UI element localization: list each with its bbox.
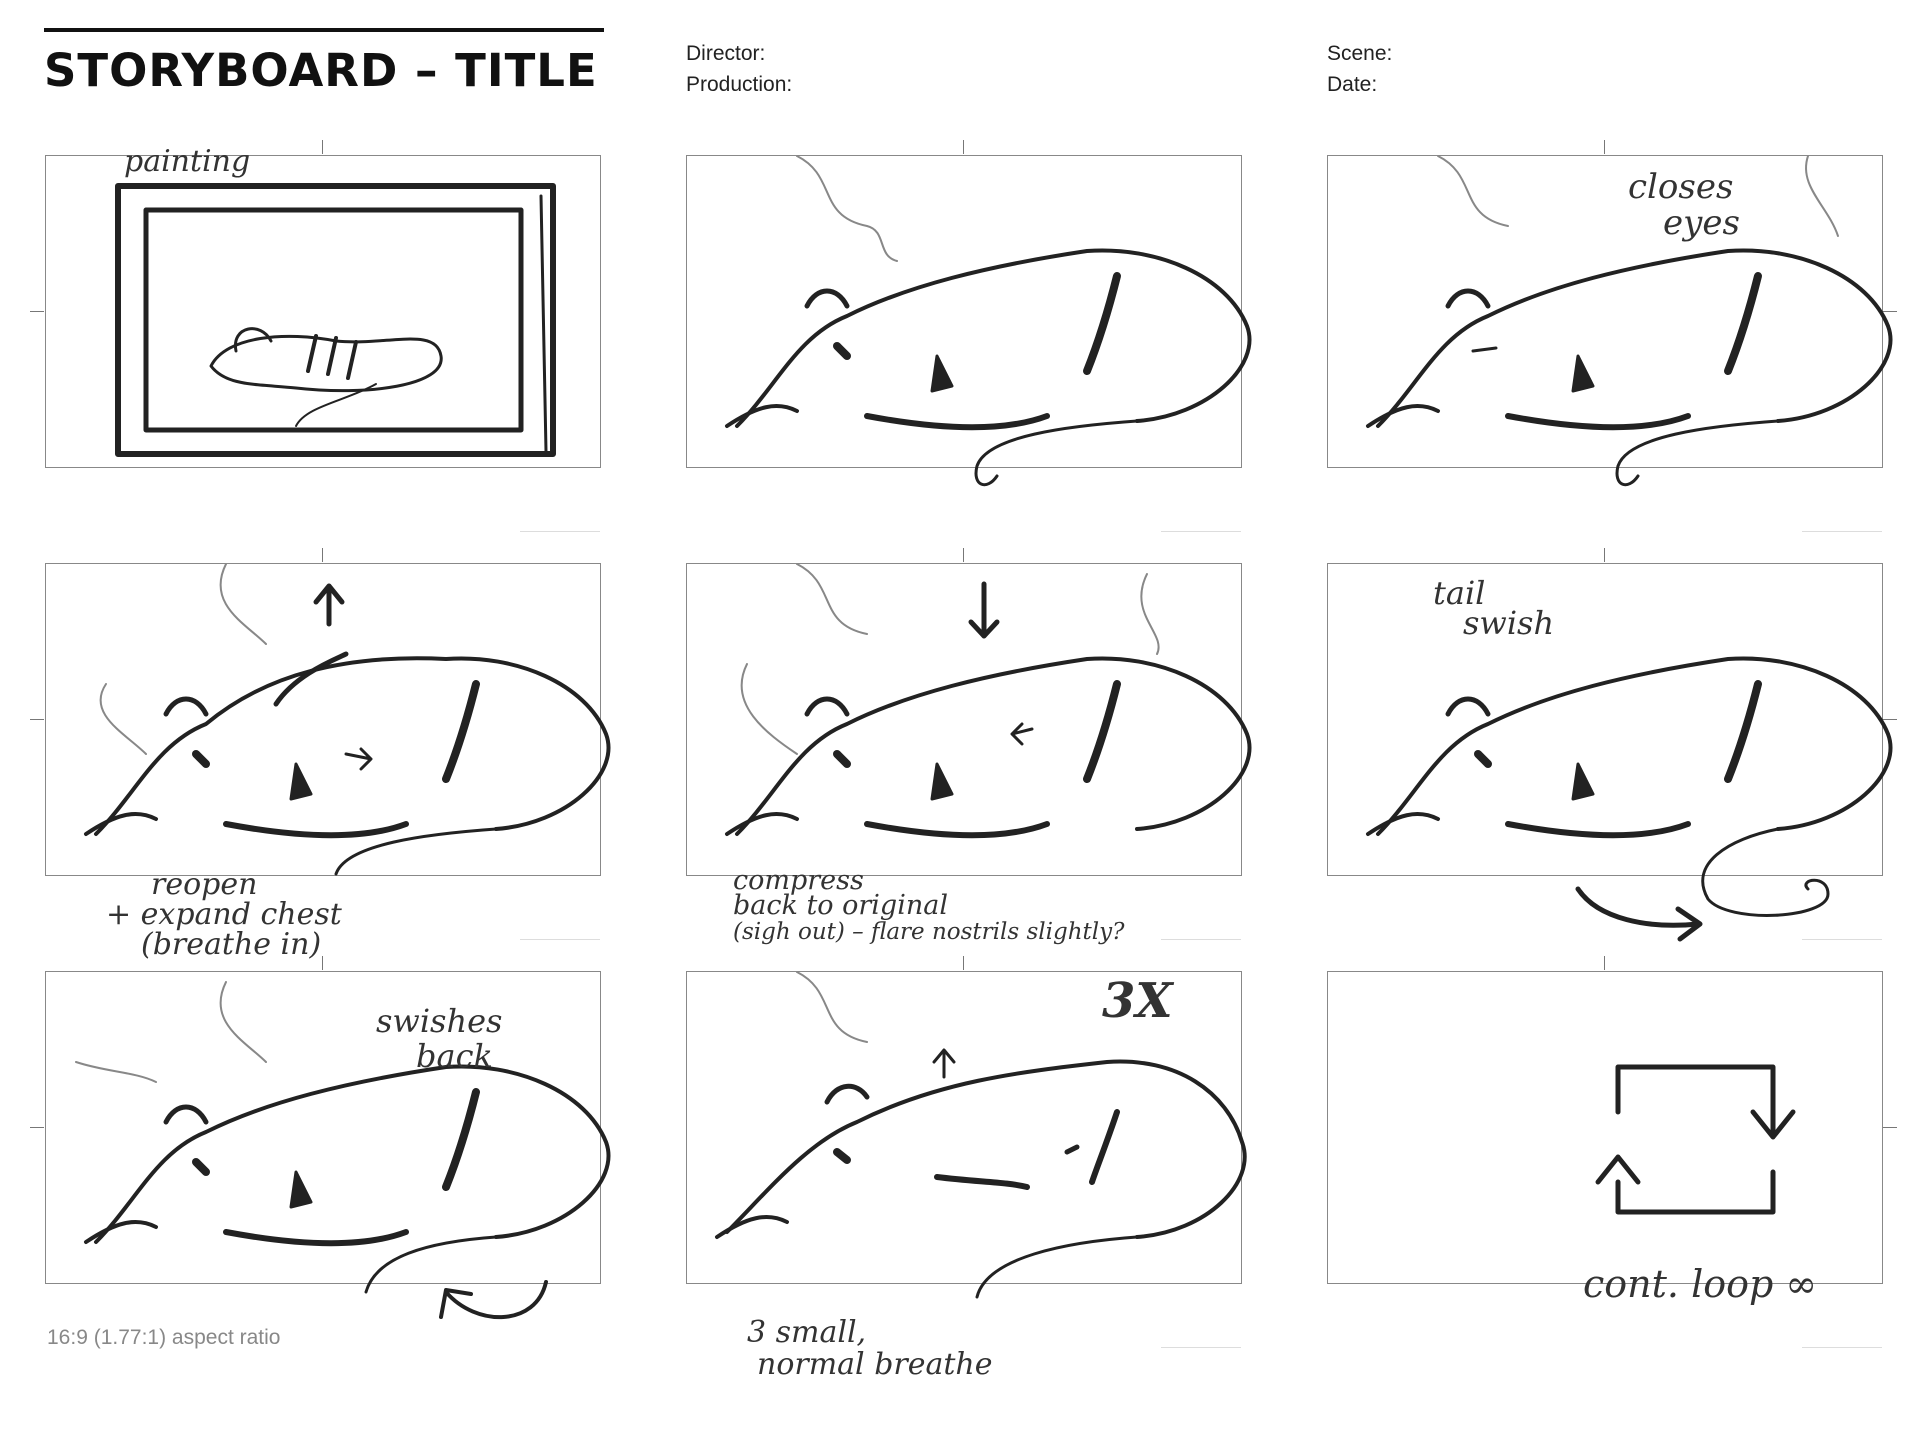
page-title: STORYBOARD – TITLE	[44, 44, 598, 97]
register-tick	[30, 1127, 44, 1128]
scene-label: Scene:	[1327, 42, 1393, 65]
meta-right: Scene: Date:	[1327, 38, 1392, 100]
panel-7-note-2: back	[416, 1037, 493, 1075]
register-tick	[1604, 956, 1605, 970]
header-rule	[44, 28, 604, 32]
register-tick	[30, 719, 44, 720]
guide-line	[520, 939, 600, 940]
panel-4-sketch: reopen + expand chest (breathe in)	[84, 563, 611, 962]
guide-line	[1802, 531, 1882, 532]
register-tick	[322, 548, 323, 562]
panel-8-note-3: normal breathe	[757, 1347, 993, 1382]
panel-9-sketch: cont. loop ∞	[1583, 1064, 1817, 1306]
panel-6-note-2: swish	[1463, 604, 1554, 642]
storyboard-panel-4[interactable]: reopen + expand chest (breathe in)	[45, 563, 611, 962]
storyboard-panel-3[interactable]: closes eyes	[1327, 155, 1893, 487]
guide-line	[520, 531, 600, 532]
storyboard-panel-6[interactable]: tail swish	[1327, 563, 1893, 942]
panel-5-sketch: compress back to original (sigh out) – f…	[725, 563, 1252, 945]
storyboard-panel-5[interactable]: compress back to original (sigh out) – f…	[686, 563, 1252, 945]
guide-line	[1161, 939, 1241, 940]
guide-line	[1802, 1347, 1882, 1348]
panel-7-note-1: swishes	[376, 1002, 502, 1040]
aspect-ratio-caption: 16:9 (1.77:1) aspect ratio	[47, 1326, 281, 1349]
panel-8-note-1: 3X	[1102, 973, 1174, 1029]
panel-8-sketch: 3X 3 small, normal breathe	[715, 971, 1247, 1382]
register-tick	[963, 140, 964, 154]
register-tick	[30, 311, 44, 312]
register-tick	[1604, 548, 1605, 562]
panel-3-note-1: closes	[1628, 167, 1733, 207]
guide-line	[1802, 939, 1882, 940]
director-label: Director:	[686, 42, 766, 65]
panel-7-sketch: swishes back	[75, 981, 611, 1320]
register-tick	[1883, 1127, 1897, 1128]
panel-2-sketch	[725, 155, 1252, 487]
panel-6-sketch: tail swish	[1366, 574, 1893, 942]
panel-8-note-2: 3 small,	[747, 1315, 866, 1350]
storyboard-panel-1[interactable]: painting	[45, 144, 601, 468]
storyboard-panel-9[interactable]: cont. loop ∞	[1327, 971, 1883, 1306]
register-tick	[963, 548, 964, 562]
register-tick	[1604, 140, 1605, 154]
panel-1-sketch: painting	[115, 144, 556, 457]
register-tick	[1883, 311, 1897, 312]
guide-line	[1161, 1347, 1241, 1348]
storyboard-panel-7[interactable]: swishes back	[45, 971, 611, 1320]
panel-1-note-1: painting	[124, 144, 250, 179]
register-tick	[1883, 719, 1897, 720]
register-tick	[322, 956, 323, 970]
guide-line	[1161, 531, 1241, 532]
register-tick	[322, 140, 323, 154]
meta-left: Director: Production:	[686, 38, 792, 100]
storyboard-panel-8[interactable]: 3X 3 small, normal breathe	[686, 971, 1247, 1382]
panel-9-note-1: cont. loop ∞	[1583, 1262, 1817, 1306]
panel-3-note-2: eyes	[1663, 203, 1740, 243]
panel-3-sketch: closes eyes	[1366, 155, 1893, 487]
storyboard-panel-2[interactable]	[686, 155, 1252, 487]
register-tick	[963, 956, 964, 970]
